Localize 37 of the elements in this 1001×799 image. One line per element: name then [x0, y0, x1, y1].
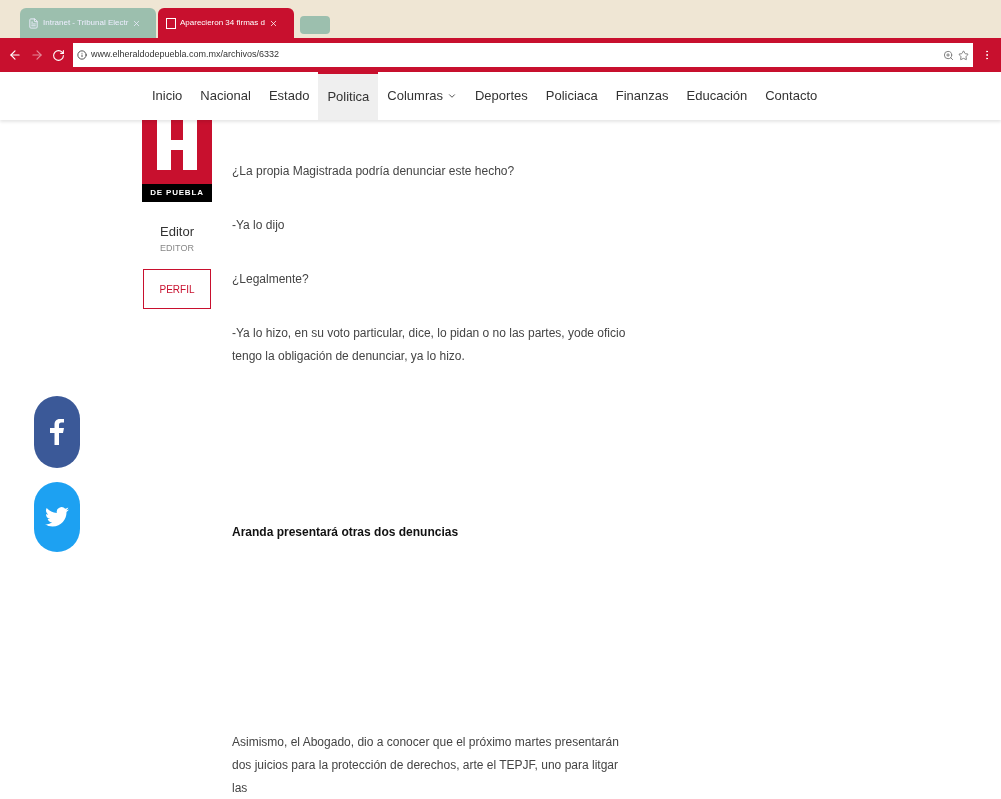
- nav-link[interactable]: Politica: [318, 72, 379, 120]
- article-paragraph: Asimismo, el Abogado, dio a conocer que el próximo martes presentarán dos juicios para la protección de derechos, arte el TEPJF, uno para litgar las: [232, 734, 620, 797]
- url-field[interactable]: www.elheraldodepuebla.com.mx/archivos/6332: [73, 43, 973, 67]
- article-paragraph: -Ya lo hizo, en su voto particular, dice, lo pidan o no las partes, yode oficio tengo la obligación de denunciar, ya lo hizo.: [232, 325, 627, 365]
- browser-tab[interactable]: Aparecieron 34 firmas d: [158, 8, 294, 38]
- nav-link[interactable]: Educación: [677, 72, 757, 120]
- nav-link[interactable]: Deportes: [466, 72, 537, 120]
- tab-title: Intranet - Tribunal Electr: [43, 17, 129, 29]
- section-heading: Aranda presentará otras dos denuncias: [232, 524, 460, 541]
- page-icon: [28, 17, 39, 29]
- back-icon[interactable]: [8, 48, 22, 62]
- tab-title: Aparecieron 34 firmas d: [180, 17, 265, 29]
- nav-link[interactable]: Contacto: [756, 72, 827, 120]
- profile-button[interactable]: PERFIL: [143, 269, 211, 309]
- nav-link[interactable]: Nacional: [191, 72, 260, 120]
- logo-text: DE PUEBLA: [142, 184, 212, 202]
- bird-icon: [45, 507, 69, 527]
- zoom-icon[interactable]: [943, 49, 954, 61]
- close-icon[interactable]: [268, 18, 278, 28]
- star-icon[interactable]: [958, 49, 969, 61]
- author-name: Editor: [160, 223, 194, 241]
- facebook-icon: [50, 419, 64, 445]
- twitter-button[interactable]: [34, 482, 80, 552]
- nav-link[interactable]: Estado: [259, 72, 319, 120]
- article-paragraph: -Ya lo dijo: [232, 217, 286, 234]
- url-text: www.elheraldodepuebla.com.mx/archivos/6332: [91, 48, 280, 62]
- nav-link[interactable]: Policiaca: [536, 72, 607, 120]
- reload-icon[interactable]: [52, 48, 65, 62]
- author-role: EDITOR: [160, 241, 194, 255]
- info-icon: [77, 50, 87, 60]
- article-paragraph: ¿Legalmente?: [232, 271, 310, 288]
- nav-link[interactable]: Columras: [378, 72, 466, 120]
- facebook-button[interactable]: [34, 396, 80, 468]
- nav-link[interactable]: Inicio: [143, 72, 192, 120]
- nav-link[interactable]: Finanzas: [606, 72, 678, 120]
- article-paragraph: ¿La propia Magistrada podría denunciar este hecho?: [232, 163, 516, 180]
- site-logo-icon: [166, 17, 176, 29]
